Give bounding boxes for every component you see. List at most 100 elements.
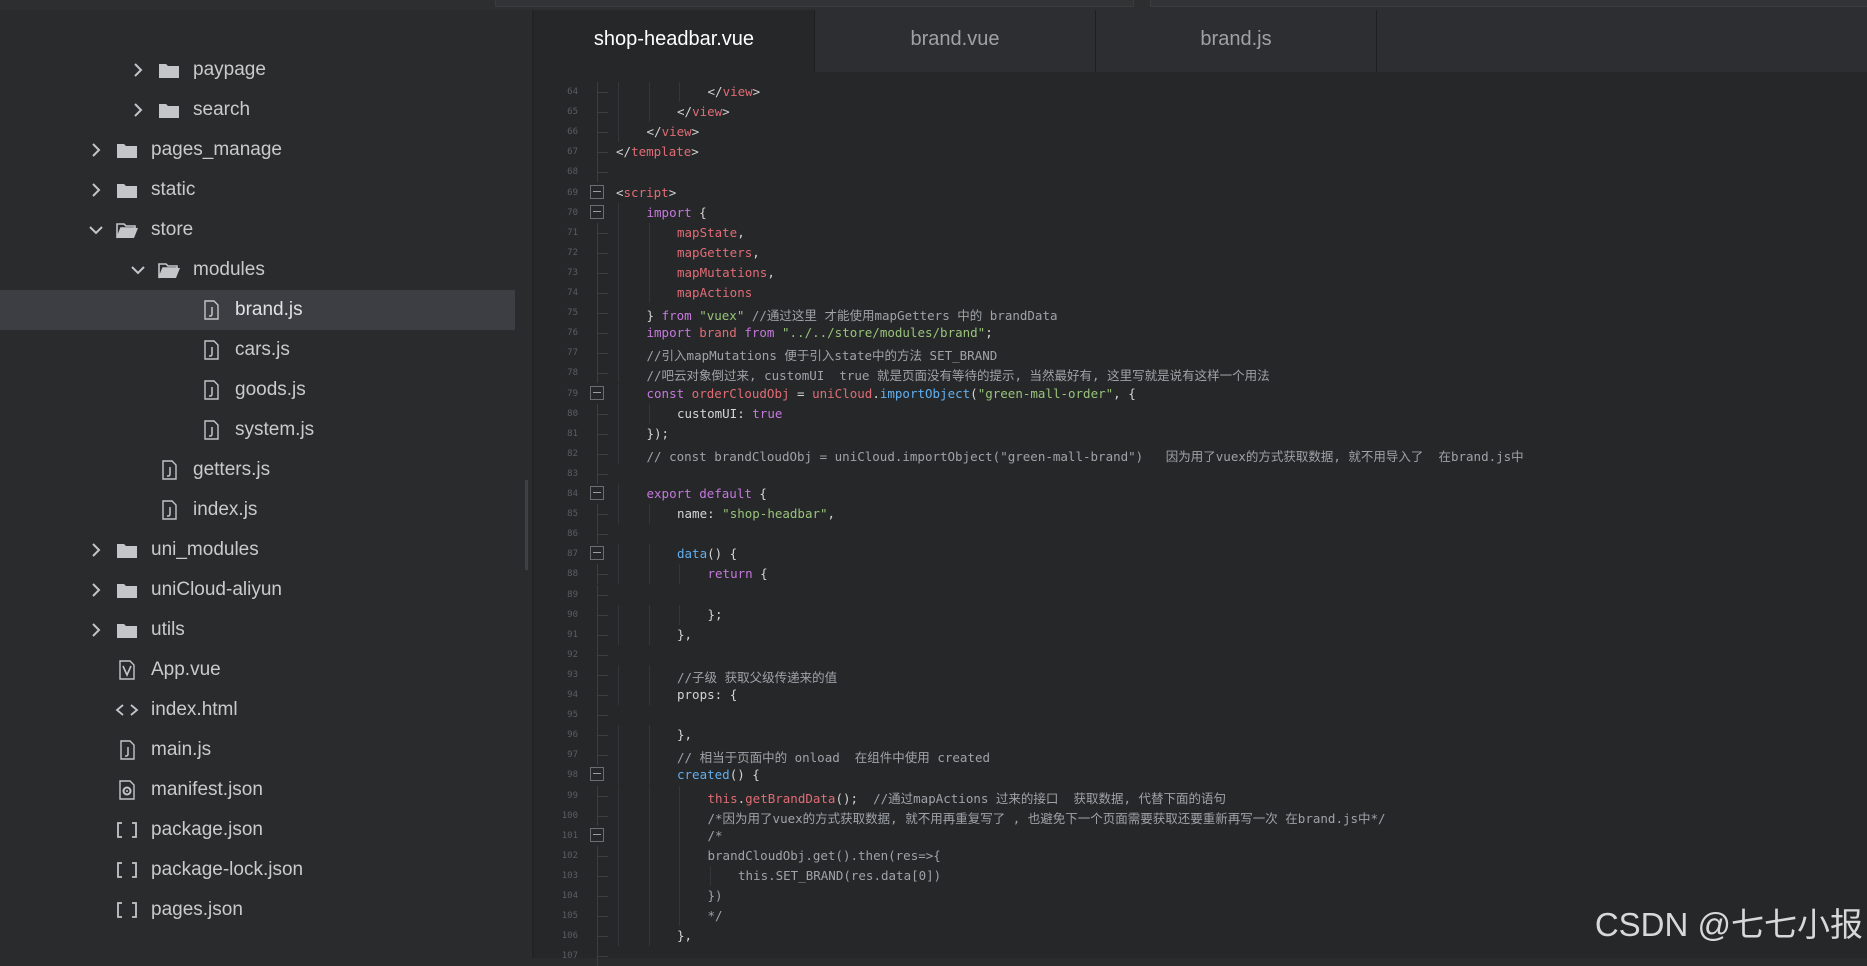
tree-item-label: package-lock.json [151, 859, 304, 880]
code-token: ; [985, 325, 993, 341]
fold-guide-tick [598, 735, 608, 737]
tab-brand-vue[interactable]: brand.vue [815, 10, 1096, 72]
code-text: return { [708, 566, 768, 581]
tree-item-unicloud-aliyun[interactable]: uniCloud-aliyun [0, 570, 515, 610]
chevron-right-icon[interactable] [88, 582, 104, 598]
chevron-down-icon[interactable] [88, 222, 104, 238]
code-token: () { [729, 767, 760, 783]
code-text: mapActions [677, 285, 752, 300]
chevron-right-icon[interactable] [88, 182, 104, 198]
tree-item-brand-js[interactable]: brand.js [0, 290, 515, 330]
code-token: uniCloud [812, 385, 873, 401]
indent-guide [648, 685, 650, 705]
tree-item-index-js[interactable]: index.js [0, 490, 515, 530]
chevron-right-icon[interactable] [88, 622, 104, 638]
code-token: /*因为用了vuex的方式获取数据, 就不用再重复写了 , 也避免下一个页面需要… [707, 810, 1386, 826]
tab-shop-headbar-vue[interactable]: shop-headbar.vue [534, 10, 815, 72]
indent-guide [648, 886, 650, 906]
fold-guide-tick [598, 293, 608, 294]
code-text: </view> [677, 104, 730, 119]
line-number: 66 [567, 127, 578, 138]
indent-guide [618, 624, 619, 645]
fold-toggle-icon[interactable] [590, 385, 604, 400]
indent-guide [618, 363, 619, 384]
code-token: mapMutations [677, 264, 768, 280]
tree-item-cars-js[interactable]: cars.js [0, 330, 515, 370]
chevron-down-icon[interactable] [130, 262, 146, 278]
indent-guide [618, 283, 619, 303]
code-token: }) [707, 888, 723, 903]
tree-item-index-html[interactable]: index.html [0, 690, 515, 730]
code-token: //通过这里 才能使用mapGetters 中的 brandData [744, 308, 1058, 324]
code-line: 73 mapMutations, [534, 262, 1867, 283]
code-token: view [722, 84, 753, 99]
tree-item-search[interactable]: search [0, 90, 515, 130]
tree-item-app-vue[interactable]: App.vue [0, 650, 515, 690]
tree-item-static[interactable]: static [0, 170, 515, 210]
file-explorer: paypage search pages_managestatic store modu… [0, 10, 515, 958]
tree-item-main-js[interactable]: main.js [0, 730, 515, 770]
indent-guide [648, 222, 650, 243]
code-text: mapMutations, [677, 265, 775, 280]
tree-item-paypage[interactable]: paypage [0, 50, 515, 90]
code-text: }; [708, 607, 723, 622]
code-line: 93 //子级 获取父级传递来的值 [534, 664, 1867, 685]
code-text: customUI: true [677, 406, 782, 421]
indent-guide [648, 403, 650, 424]
code-text: //吧云对象倒过来, customUI true 就是页面没有等待的提示, 当然… [647, 365, 1270, 384]
fold-toggle-icon[interactable] [590, 546, 604, 561]
chevron-right-icon[interactable] [130, 102, 146, 118]
tree-item-goods-js[interactable]: goods.js [0, 370, 515, 410]
fold-toggle-icon[interactable] [590, 204, 604, 219]
code-text: this.SET_BRAND(res.data[0]) [738, 868, 941, 883]
tree-item-getters-js[interactable]: getters.js [0, 450, 515, 490]
fold-guide-tick [598, 333, 608, 335]
code-token: < [616, 184, 624, 200]
tree-item-label: static [151, 179, 196, 200]
line-number: 64 [567, 87, 578, 97]
line-number: 91 [567, 629, 578, 640]
fold-toggle-icon[interactable] [590, 184, 604, 199]
tree-item-modules[interactable]: modules [0, 250, 515, 290]
code-area[interactable]: 64 </view> 65 </view> 66 </view> 67 </template>… [534, 82, 1867, 966]
chevron-right-icon[interactable] [88, 542, 104, 558]
tree-item-system-js[interactable]: system.js [0, 410, 515, 450]
indent-guide [618, 423, 619, 444]
line-number: 81 [567, 428, 578, 439]
chevron-right-icon[interactable] [88, 142, 104, 158]
code-text: /* [708, 828, 723, 843]
tree-item-store[interactable]: store [0, 210, 515, 250]
tree-item-package-json[interactable]: package.json [0, 810, 515, 850]
tree-item-pages-json[interactable]: pages.json [0, 890, 515, 930]
line-number: 83 [567, 468, 578, 479]
fold-guide-tick [598, 353, 608, 355]
fold-guide-tick [598, 594, 608, 596]
tab-brand-js[interactable]: brand.js [1096, 10, 1377, 72]
tree-item-utils[interactable]: utils [0, 610, 515, 650]
line-number: 104 [561, 891, 578, 901]
code-token: name [677, 506, 708, 522]
fold-guide-tick [598, 473, 608, 475]
indent-guide [648, 283, 650, 303]
indent-guide [648, 624, 650, 645]
code-line: 97 // 相当于页面中的 onload 在组件中使用 created [534, 745, 1867, 766]
tree-item-pages-manage[interactable]: pages_manage [0, 130, 515, 170]
indent-guide [618, 805, 619, 826]
tree-item-package-lock-json[interactable]: package-lock.json [0, 850, 515, 890]
indent-guide [618, 604, 619, 625]
top-strip-segment [1150, 0, 1867, 7]
tree-item-manifest-json[interactable]: manifest.json [0, 770, 515, 810]
line-number: 74 [567, 288, 578, 298]
tree-item-uni-modules[interactable]: uni_modules [0, 530, 515, 570]
code-text: //引入mapMutations 便于引入state中的方法 SET_BRAND [647, 345, 998, 364]
chevron-right-icon[interactable] [130, 62, 146, 78]
line-number: 82 [567, 448, 578, 459]
code-token: script [623, 184, 669, 200]
sidebar-scrollbar[interactable] [525, 480, 528, 570]
indent-guide [618, 785, 619, 806]
indent-guide [618, 262, 619, 283]
fold-toggle-icon[interactable] [590, 767, 604, 782]
fold-toggle-icon[interactable] [590, 827, 604, 842]
fold-toggle-icon[interactable] [590, 486, 604, 500]
tab-label: brand.vue [910, 28, 1000, 50]
